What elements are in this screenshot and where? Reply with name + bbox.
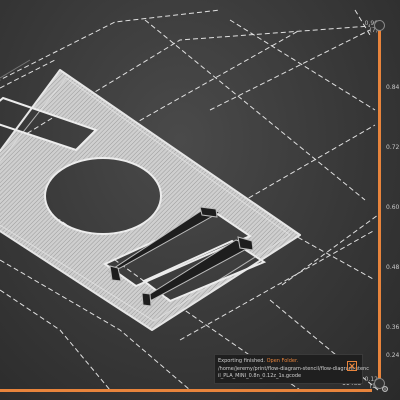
notification-close-button[interactable]	[347, 361, 357, 371]
layer-slider-track[interactable]	[378, 28, 381, 388]
move-slider-track[interactable]	[0, 389, 372, 392]
notification-status-line: Exporting finished. Open Folder.	[218, 358, 298, 364]
notification-path-line2: il_PLA_MINI_0.8n_0.12z_1s.gcode	[218, 373, 302, 379]
layer-tick-label: 0.36	[386, 324, 400, 331]
layer-tick-label: 0.48	[386, 264, 400, 271]
open-folder-link[interactable]: Open Folder.	[267, 358, 299, 364]
layer-tick-label: 0.72	[386, 144, 400, 151]
printed-part[interactable]	[0, 50, 400, 350]
layer-tick-label: 0.24	[386, 352, 400, 359]
layer-tick-label: 0.84	[386, 84, 400, 91]
notification-status: Exporting finished.	[218, 358, 266, 364]
layer-tick-label: 0.60	[386, 204, 400, 211]
layer-slider-top-handle[interactable]	[374, 20, 385, 31]
cog-icon[interactable]	[381, 385, 389, 393]
print-preview-scene[interactable]	[0, 0, 400, 400]
gcode-preview-viewport[interactable]: 0.96 (7) 0.84 0.72 0.60 0.48 0.36 0.24 0…	[0, 0, 400, 400]
close-icon	[349, 363, 355, 369]
export-notification: Exporting finished. Open Folder. /home/j…	[214, 354, 369, 384]
